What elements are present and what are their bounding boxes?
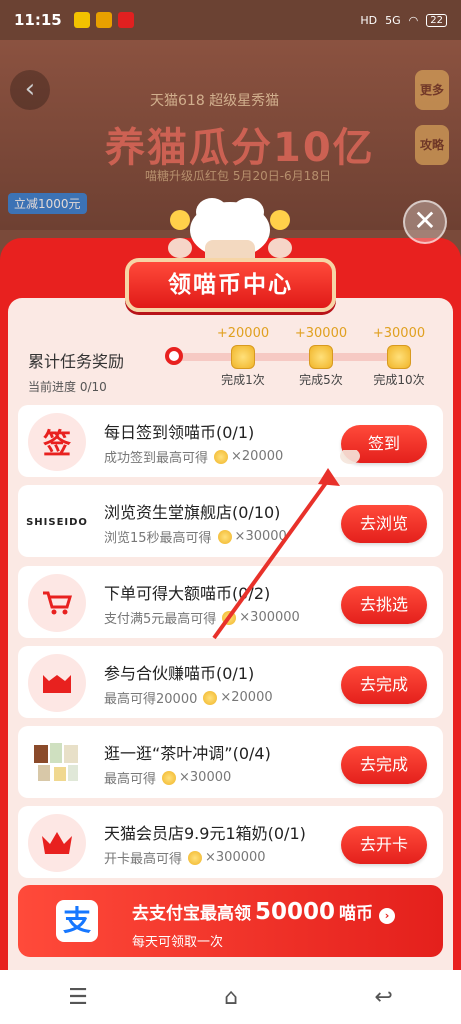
browse-button[interactable]: 去浏览 (341, 505, 427, 543)
status-right: HD 5G ◠ 22 (360, 13, 447, 27)
task-desc-text: 最高可得 (104, 772, 157, 787)
notification-icon (95, 12, 112, 28)
task-name: 下单可得大额喵币(0/2) (104, 584, 271, 603)
task-item-browse: SHISEIDO 浏览资生堂旗舰店(0/10) 浏览15秒最高可得 ×30000 … (18, 485, 443, 557)
notification-icon (117, 12, 134, 28)
alipay-amount: 50000 (255, 899, 336, 925)
progress-title: 累计任务奖励 (28, 352, 125, 371)
task-desc-text: 开卡最高可得 (104, 852, 183, 867)
tea-products-icon (28, 734, 86, 792)
coin-icon (214, 449, 229, 464)
chevron-right-icon: › (379, 908, 396, 924)
network-label: 5G (385, 13, 401, 27)
back-icon[interactable]: ↩ (374, 985, 392, 1010)
milestone-3: +30000 完成10次 (364, 326, 434, 388)
coin-icon (162, 770, 177, 785)
task-name: 逛一逛“茶叶冲调”(0/4) (104, 744, 271, 763)
task-desc: 浏览15秒最高可得 ×30000 (104, 527, 287, 546)
milestone-2: +30000 完成5次 (286, 326, 356, 388)
coin-icon (387, 345, 411, 369)
task-item-tea: 逛一逛“茶叶冲调”(0/4) 最高可得 ×30000 去完成 (18, 726, 443, 798)
banner-subtitle: 天猫618 超级星秀猫 (150, 93, 280, 109)
wifi-icon: ◠ (408, 13, 419, 27)
task-desc: 最高可得20000 ×20000 (104, 688, 273, 707)
checkin-button[interactable]: 签到 (341, 425, 427, 463)
select-button[interactable]: 去挑选 (341, 586, 427, 624)
alipay-main-text: 去支付宝最高领 50000 喵币 › (132, 899, 396, 925)
milestone-1: +20000 完成1次 (208, 326, 278, 388)
checkin-icon: 签 (28, 413, 86, 471)
milestone-condition: 完成1次 (221, 373, 265, 387)
task-desc: 成功签到最高可得 ×20000 (104, 447, 283, 466)
coin-icon (222, 610, 237, 625)
banner-title: 养猫瓜分10亿 (105, 125, 375, 171)
milestone-amount: +30000 (372, 326, 426, 341)
task-reward: ×300000 (239, 610, 300, 625)
alipay-card[interactable]: 支 去支付宝最高领 50000 喵币 › 每天可领取一次 (18, 885, 443, 957)
close-button[interactable]: ✕ (403, 200, 447, 244)
task-reward: ×300000 (205, 850, 266, 865)
task-reward: ×20000 (231, 449, 284, 464)
task-desc-text: 最高可得20000 (104, 692, 198, 707)
alipay-logo-icon: 支 (56, 900, 98, 942)
task-reward: ×20000 (220, 690, 273, 705)
task-desc-text: 支付满5元最高可得 (104, 612, 217, 627)
milestone-amount: +20000 (216, 326, 270, 341)
task-desc: 支付满5元最高可得 ×300000 (104, 608, 300, 627)
milestone-condition: 完成10次 (373, 373, 425, 387)
home-icon[interactable]: ⌂ (224, 985, 238, 1010)
coin-icon (309, 345, 333, 369)
alipay-sub: 每天可领取一次 (132, 935, 224, 950)
discount-tag[interactable]: 立减1000元 (8, 193, 87, 214)
task-item-partner: 参与合伙赚喵币(0/1) 最高可得20000 ×20000 去完成 (18, 646, 443, 718)
task-reward: ×30000 (179, 770, 232, 785)
milestone-amount: +30000 (294, 326, 348, 341)
open-card-button[interactable]: 去开卡 (341, 826, 427, 864)
shiseido-logo-icon: SHISEIDO (26, 493, 87, 551)
alipay-prefix: 去支付宝最高领 (132, 904, 251, 924)
crown-icon (28, 814, 86, 872)
task-desc: 开卡最高可得 ×300000 (104, 848, 266, 867)
task-desc-text: 浏览15秒最高可得 (104, 531, 212, 546)
more-button[interactable]: 更多 (415, 70, 449, 110)
task-item-order: 下单可得大额喵币(0/2) 支付满5元最高可得 ×300000 去挑选 (18, 566, 443, 638)
task-name: 天猫会员店9.9元1箱奶(0/1) (104, 824, 306, 843)
status-bar: 11:15 HD 5G ◠ 22 (0, 0, 461, 40)
coin-icon (188, 850, 203, 865)
task-item-checkin: 签 每日签到领喵币(0/1) 成功签到最高可得 ×20000 签到 (18, 405, 443, 477)
task-name: 每日签到领喵币(0/1) (104, 423, 255, 442)
strategy-button[interactable]: 攻略 (415, 125, 449, 165)
banner-date: 喵糖升级瓜红包 5月20日-6月18日 (145, 169, 331, 183)
coin-icon (231, 345, 255, 369)
battery-icon: 22 (426, 13, 447, 27)
task-item-member: 天猫会员店9.9元1箱奶(0/1) 开卡最高可得 ×300000 去开卡 (18, 806, 443, 878)
complete-button[interactable]: 去完成 (341, 666, 427, 704)
status-time: 11:15 (14, 11, 62, 29)
task-reward: ×30000 (234, 529, 287, 544)
hd-icon: HD (360, 13, 378, 27)
milestone-condition: 完成5次 (299, 373, 343, 387)
task-name: 浏览资生堂旗舰店(0/10) (104, 503, 281, 522)
box-icon (28, 654, 86, 712)
notification-icon (73, 12, 90, 28)
menu-icon[interactable]: ☰ (68, 985, 88, 1010)
system-nav-bar: ☰ ⌂ ↩ (0, 970, 461, 1024)
task-name: 参与合伙赚喵币(0/1) (104, 664, 255, 683)
progress-start-dot (165, 347, 183, 365)
task-desc: 最高可得 ×30000 (104, 768, 231, 787)
modal-title: 领喵币中心 (125, 258, 336, 312)
back-button[interactable]: ‹ (10, 70, 50, 110)
cart-icon (28, 574, 86, 632)
progress-current: 当前进度 0/10 (28, 380, 107, 394)
coin-icon (203, 690, 218, 705)
coin-icon (217, 529, 232, 544)
complete-button[interactable]: 去完成 (341, 746, 427, 784)
alipay-suffix: 喵币 (339, 904, 374, 924)
task-desc-text: 成功签到最高可得 (104, 451, 209, 466)
